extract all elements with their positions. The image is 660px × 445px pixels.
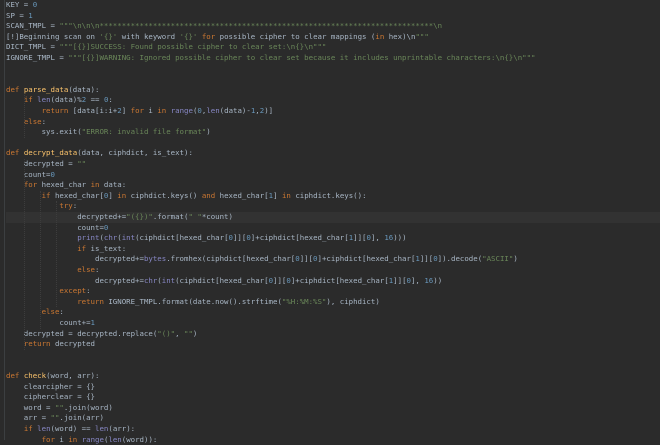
- code-line[interactable]: count+=1: [6, 318, 660, 329]
- code-line[interactable]: if hexed_char[0] in ciphdict.keys() and …: [6, 191, 660, 202]
- code-line[interactable]: else:: [6, 307, 660, 318]
- code-line[interactable]: [6, 138, 660, 149]
- code-line[interactable]: sys.exit("ERROR: invalid file format"): [6, 127, 660, 138]
- code-line[interactable]: SP = 1: [6, 11, 660, 22]
- gutter-divider: [4, 0, 5, 440]
- code-line[interactable]: def parse_data(data):: [6, 85, 660, 96]
- code-line[interactable]: decrypted+="({})".format(" "*count): [6, 212, 660, 223]
- code-line[interactable]: decrypted = "": [6, 159, 660, 170]
- code-line[interactable]: count=0: [6, 223, 660, 234]
- code-line[interactable]: print(chr(int(ciphdict[hexed_char[0]][0]…: [6, 233, 660, 244]
- code-line[interactable]: SCAN_TMPL = """\n\n\n*******************…: [6, 21, 660, 32]
- code-line[interactable]: return [data[i:i+2] for i in range(0,len…: [6, 106, 660, 117]
- code-line[interactable]: return IGNORE_TMPL.format(date.now().str…: [6, 297, 660, 308]
- code-line[interactable]: [6, 360, 660, 371]
- code-line[interactable]: count=0: [6, 170, 660, 181]
- code-line[interactable]: arr = "".join(arr): [6, 413, 660, 424]
- code-line[interactable]: if len(data)%2 == 0:: [6, 95, 660, 106]
- code-editor[interactable]: KEY = 0 SP = 1 SCAN_TMPL = """\n\n\n******…: [0, 0, 660, 444]
- code-line[interactable]: cipherclear = {}: [6, 392, 660, 403]
- indent-guide: [24, 159, 25, 350]
- code-line[interactable]: def check(word, arr):: [6, 371, 660, 382]
- code-line[interactable]: else:: [6, 117, 660, 128]
- code-line[interactable]: try:: [6, 201, 660, 212]
- code-line[interactable]: except:: [6, 286, 660, 297]
- code-line[interactable]: decrypted = decrypted.replace("()", ""): [6, 329, 660, 340]
- code-line[interactable]: for hexed_char in data:: [6, 180, 660, 191]
- code-line[interactable]: decrypted+=chr(int(ciphdict[hexed_char[0…: [6, 276, 660, 287]
- code-line[interactable]: def decrypt_data(data, ciphdict, is_text…: [6, 148, 660, 159]
- code-line[interactable]: [6, 64, 660, 75]
- code-line[interactable]: decrypted+=bytes.fromhex(ciphdict[hexed_…: [6, 254, 660, 265]
- code-line[interactable]: [!]Beginning scan on '{}' with keyword '…: [6, 32, 660, 43]
- code-line[interactable]: clearcipher = {}: [6, 382, 660, 393]
- indent-guide: [56, 201, 57, 308]
- code-line[interactable]: word = "".join(word): [6, 403, 660, 414]
- code-line[interactable]: KEY = 0: [6, 0, 660, 11]
- code-line[interactable]: [6, 74, 660, 85]
- code-line[interactable]: return decrypted: [6, 339, 660, 350]
- code-line[interactable]: DICT_TMPL = """[{}]SUCCESS: Found possib…: [6, 42, 660, 53]
- code-line[interactable]: [6, 350, 660, 361]
- indent-guide: [40, 190, 41, 329]
- code-line[interactable]: if is_text:: [6, 244, 660, 255]
- indent-guide: [24, 95, 25, 138]
- code-line[interactable]: if len(word) == len(arr):: [6, 424, 660, 435]
- code-line[interactable]: IGNORE_TMPL = """[{}]WARNING: Ignored po…: [6, 53, 660, 64]
- code-line[interactable]: else:: [6, 265, 660, 276]
